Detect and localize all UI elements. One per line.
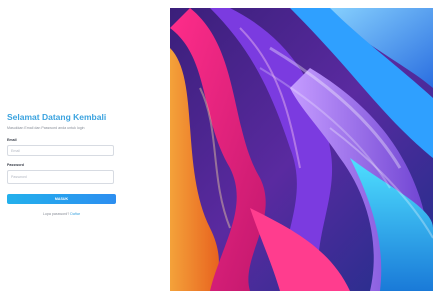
- login-form: Selamat Datang Kembali Masukkan Email da…: [7, 112, 116, 216]
- hero-artwork: [170, 8, 433, 291]
- forgot-password-row: Lupa password? Daftar: [7, 212, 116, 216]
- register-link[interactable]: Daftar: [70, 212, 80, 216]
- login-button[interactable]: MASUK: [7, 194, 116, 204]
- email-field[interactable]: Email: [7, 145, 114, 156]
- password-field[interactable]: Password: [7, 170, 114, 184]
- email-placeholder: Email: [11, 148, 20, 153]
- forgot-password-text: Lupa password?: [42, 212, 70, 216]
- login-button-label: MASUK: [54, 197, 69, 201]
- page-title: Selamat Datang Kembali: [7, 112, 107, 122]
- password-label: Password: [7, 163, 24, 167]
- password-placeholder: Password: [11, 175, 27, 179]
- email-label: Email: [7, 138, 17, 142]
- login-page: Selamat Datang Kembali Masukkan Email da…: [0, 0, 433, 291]
- abstract-wave-image: [170, 8, 433, 291]
- page-subtitle: Masukkan Email dan Password anda untuk l…: [7, 126, 85, 130]
